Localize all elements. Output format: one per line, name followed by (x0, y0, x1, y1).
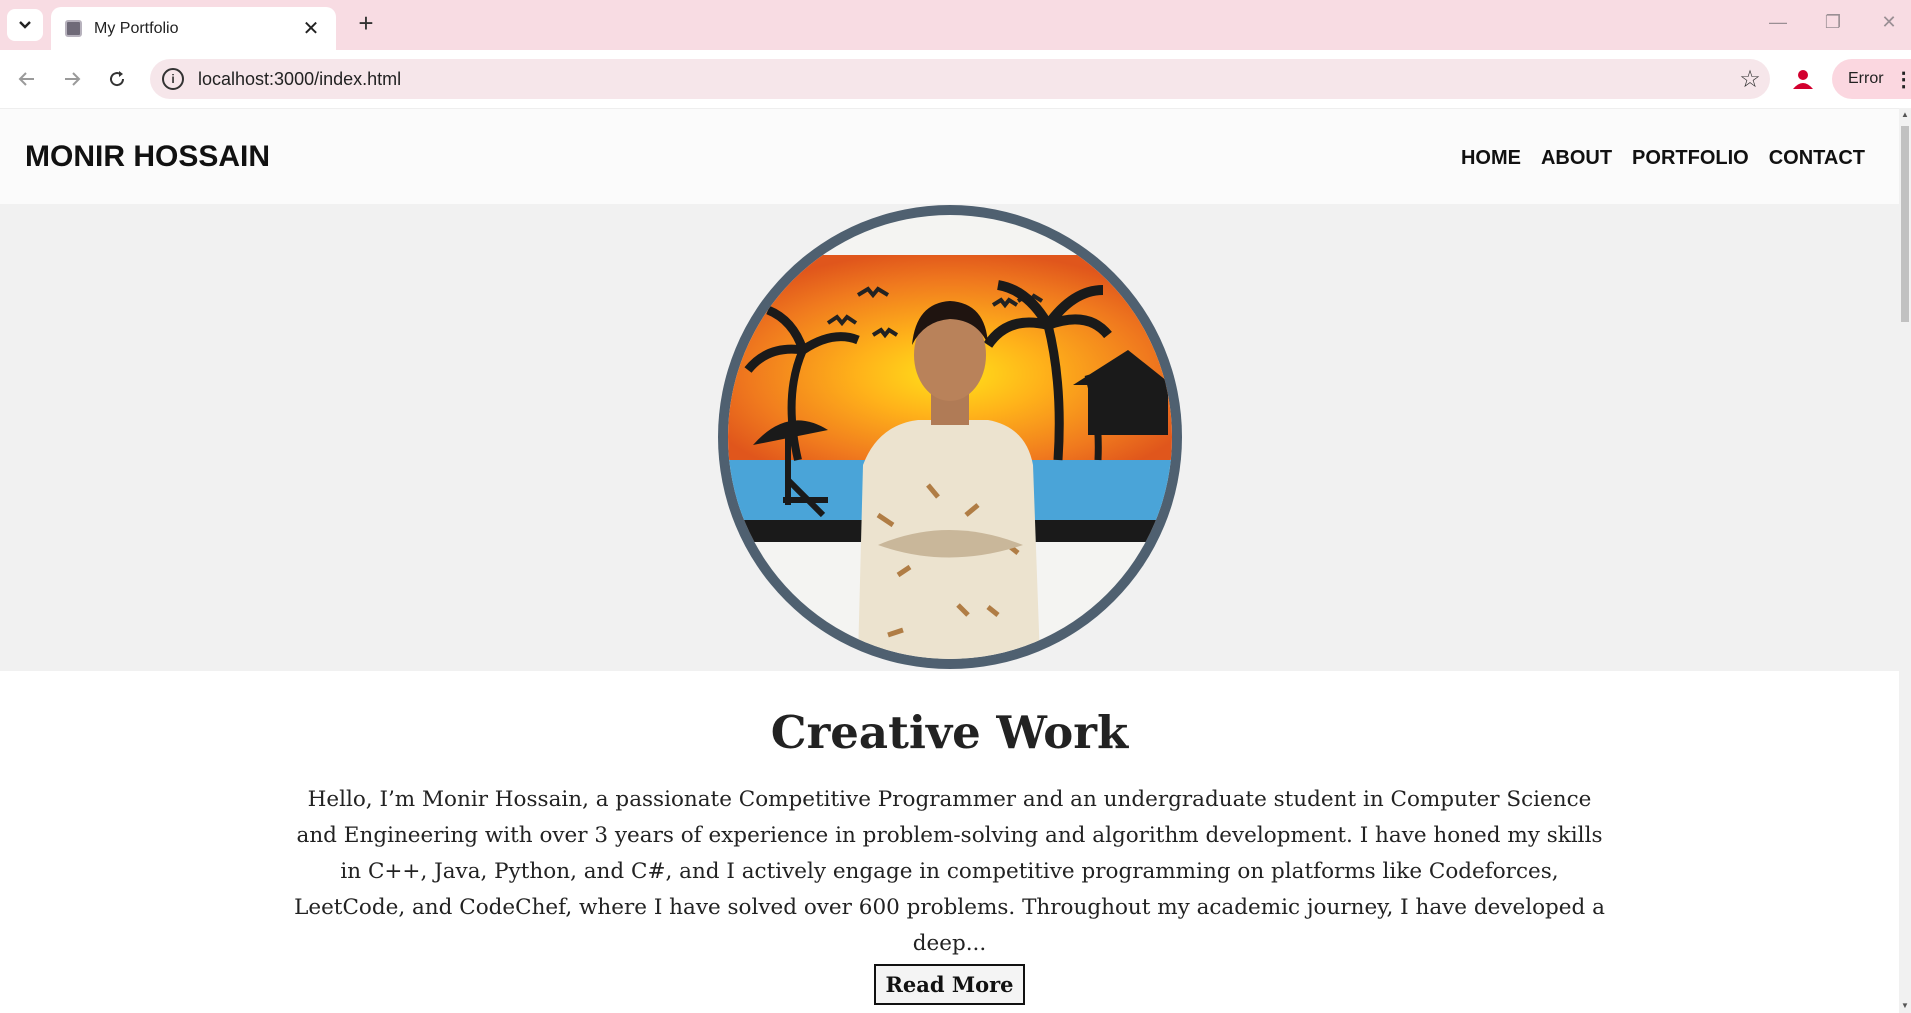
heading-light: Creative (770, 706, 997, 759)
back-button[interactable] (10, 62, 44, 96)
heading-bold: Work (996, 706, 1129, 759)
nav-about[interactable]: ABOUT (1541, 147, 1612, 170)
reload-icon (110, 71, 125, 87)
favicon-icon (65, 20, 82, 37)
page-viewport: MONIR HOSSAIN HOME ABOUT PORTFOLIO CONTA… (0, 108, 1899, 1013)
tab-title: My Portfolio (94, 19, 179, 37)
scroll-up-icon[interactable]: ▲ (1901, 110, 1909, 119)
minimize-icon[interactable]: — (1758, 12, 1798, 33)
forward-button[interactable] (55, 62, 89, 96)
site-info-icon[interactable]: i (162, 68, 184, 90)
scroll-down-icon[interactable]: ▼ (1901, 1001, 1909, 1010)
forward-arrow-icon (65, 72, 81, 86)
browser-tab-bar: My Portfolio ✕ + — ❐ ✕ (0, 0, 1911, 50)
chevron-down-icon (19, 21, 31, 29)
profile-button[interactable] (1786, 62, 1820, 96)
profile-photo-frame (718, 205, 1182, 669)
menu-kebab-icon[interactable]: ⋮ (1894, 67, 1911, 92)
nav-contact[interactable]: CONTACT (1769, 147, 1865, 170)
bio-text: Hello, I’m Monir Hossain, a passionate C… (294, 787, 1605, 956)
about-section: Creative Work Hello, I’m Monir Hossain, … (0, 671, 1899, 1005)
bookmark-star-icon[interactable]: ☆ (1730, 65, 1770, 94)
page-title: Creative Work (0, 706, 1899, 759)
reload-button[interactable] (100, 62, 134, 96)
scrollbar-thumb[interactable] (1901, 126, 1909, 322)
active-tab[interactable]: My Portfolio ✕ (51, 7, 336, 50)
back-arrow-icon (18, 72, 34, 86)
new-tab-button[interactable]: + (352, 10, 380, 38)
tab-search-button[interactable] (7, 9, 43, 41)
read-more-button[interactable]: Read More (874, 964, 1025, 1005)
profile-avatar-icon (1793, 70, 1813, 89)
profile-photo (728, 215, 1172, 659)
error-label: Error (1848, 70, 1884, 87)
browser-toolbar: i localhost:3000/index.html ☆ Error ⋮ (0, 50, 1911, 108)
nav-portfolio[interactable]: PORTFOLIO (1632, 147, 1749, 170)
page-scrollbar[interactable]: ▲ ▼ (1899, 108, 1911, 1013)
url-text[interactable]: localhost:3000/index.html (198, 69, 1730, 90)
hero-section (0, 204, 1899, 671)
close-tab-icon[interactable]: ✕ (300, 16, 322, 41)
main-nav: HOME ABOUT PORTFOLIO CONTACT (1461, 147, 1865, 170)
site-logo[interactable]: MONIR HOSSAIN (25, 140, 270, 174)
site-header: MONIR HOSSAIN HOME ABOUT PORTFOLIO CONTA… (0, 108, 1899, 204)
nav-home[interactable]: HOME (1461, 147, 1521, 170)
profile-error-chip[interactable]: Error ⋮ (1832, 59, 1911, 99)
restore-icon[interactable]: ❐ (1813, 12, 1853, 33)
window-close-icon[interactable]: ✕ (1869, 12, 1909, 33)
address-bar[interactable]: i localhost:3000/index.html ☆ (150, 59, 1770, 99)
